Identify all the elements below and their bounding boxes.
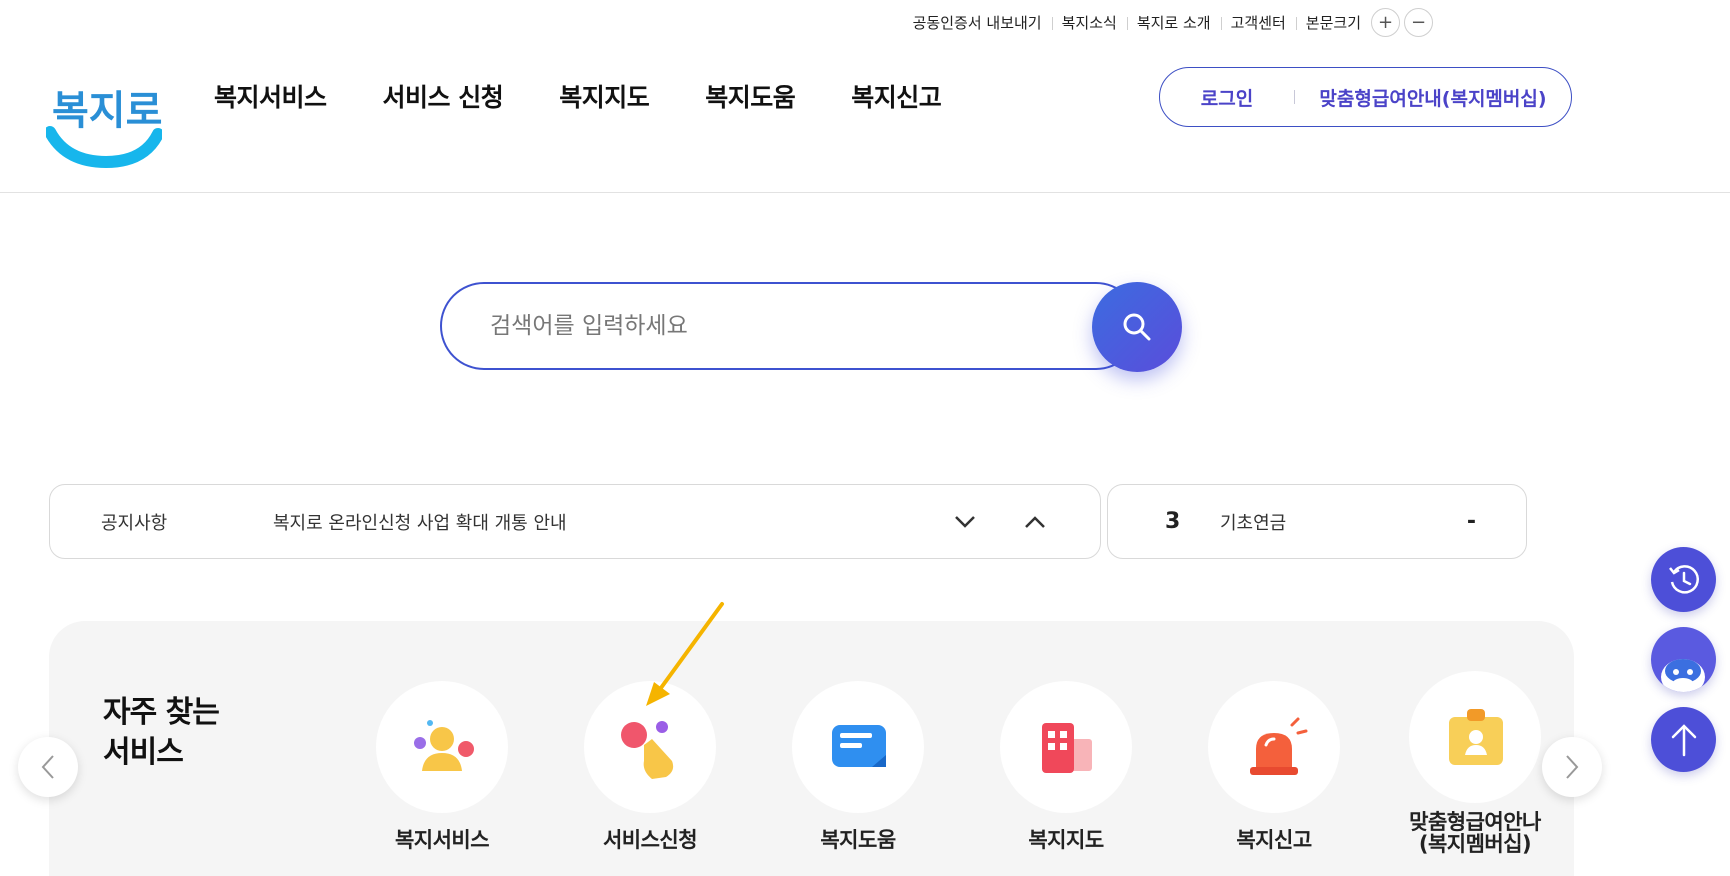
keyword-rank: 3 xyxy=(1165,509,1181,534)
service-report[interactable]: 복지신고 xyxy=(1194,681,1354,851)
title-line-1: 자주 찾는 xyxy=(103,695,220,730)
scroll-top-button[interactable] xyxy=(1651,707,1716,772)
login-button[interactable]: 로그인 xyxy=(1160,84,1294,111)
notice-text[interactable]: 복지로 온라인신청 사업 확대 개통 안내 xyxy=(273,509,930,535)
service-icon-circle xyxy=(1208,681,1340,813)
login-box: 로그인 맞춤형급여안내(복지멤버십) xyxy=(1159,67,1572,127)
frequent-services: 자주 찾는 서비스 복지서비스 서비스신청 복지도움 복지지도 복지신고 맞춤형… xyxy=(49,621,1574,876)
chevron-right-icon xyxy=(1566,755,1579,779)
service-welfare[interactable]: 복지서비스 xyxy=(362,681,522,851)
chevron-left-icon xyxy=(41,755,54,779)
service-label: 복지도움 xyxy=(820,828,896,852)
recent-history-button[interactable] xyxy=(1651,547,1716,612)
notice-prev-button[interactable] xyxy=(1000,502,1070,542)
rank-change: - xyxy=(1466,509,1476,534)
welfare-news-link[interactable]: 복지소식 xyxy=(1051,12,1127,33)
service-label: 복지서비스 xyxy=(394,828,490,852)
search-button[interactable] xyxy=(1092,282,1182,372)
utility-bar: 공동인증서 내보내기 복지소식 복지로 소개 고객센터 본문크기 + − xyxy=(903,7,1433,37)
font-size-label: 본문크기 xyxy=(1295,12,1367,33)
arrow-up-icon xyxy=(1671,723,1696,756)
about-link[interactable]: 복지로 소개 xyxy=(1126,12,1221,33)
title-line-2: 서비스 xyxy=(103,735,184,770)
service-icon-circle xyxy=(584,681,716,813)
service-label-line-2: (복지멤버십) xyxy=(1418,832,1532,856)
service-icon-circle xyxy=(376,681,508,813)
person-icon xyxy=(414,720,474,771)
nav-welfare-map[interactable]: 복지지도 xyxy=(559,78,650,114)
chevron-up-icon xyxy=(1025,515,1045,528)
history-icon xyxy=(1668,564,1699,594)
search-icon xyxy=(1123,313,1151,341)
chatbot-mascot-icon xyxy=(1661,659,1705,692)
service-apply[interactable]: 서비스신청 xyxy=(570,681,730,851)
service-help[interactable]: 복지도움 xyxy=(778,681,938,851)
carousel-prev-button[interactable] xyxy=(18,737,78,797)
nav-welfare-help[interactable]: 복지도움 xyxy=(705,78,796,114)
popular-keyword[interactable]: 기초연금 xyxy=(1220,509,1467,535)
popular-keyword-box: 3 기초연금 - xyxy=(1107,484,1527,559)
service-icon-circle xyxy=(792,681,924,813)
font-increase-button[interactable]: + xyxy=(1371,7,1400,37)
id-badge-icon xyxy=(1449,709,1503,765)
service-icon-circle xyxy=(1409,671,1541,803)
nav-welfare-report[interactable]: 복지신고 xyxy=(851,78,942,114)
search-bar xyxy=(440,282,1182,372)
building-icon xyxy=(1042,723,1092,773)
frequent-services-title: 자주 찾는 서비스 xyxy=(103,693,220,773)
nav-service-apply[interactable]: 서비스 신청 xyxy=(383,78,504,114)
logo-mark: 복지로 xyxy=(44,88,164,169)
logo-text: 복지로 xyxy=(52,88,162,134)
carousel-next-button[interactable] xyxy=(1542,737,1602,797)
cert-export-link[interactable]: 공동인증서 내보내기 xyxy=(903,12,1052,33)
siren-icon xyxy=(1250,717,1308,775)
chevron-down-icon xyxy=(955,515,975,528)
service-label: 복지신고 xyxy=(1236,828,1312,852)
notice-next-button[interactable] xyxy=(930,502,1000,542)
customer-center-link[interactable]: 고객센터 xyxy=(1220,12,1296,33)
nav-welfare-service[interactable]: 복지서비스 xyxy=(214,78,327,114)
hand-tap-icon xyxy=(621,721,674,779)
header-divider xyxy=(0,192,1730,193)
membership-button[interactable]: 맞춤형급여안내(복지멤버십) xyxy=(1295,84,1571,111)
service-label: 서비스신청 xyxy=(602,828,698,852)
search-input[interactable] xyxy=(440,282,1140,370)
service-label-line-1: 맞춤형급여안나 xyxy=(1409,810,1541,834)
notice-label: 공지사항 xyxy=(101,512,168,534)
main-nav: 복지서비스 서비스 신청 복지지도 복지도움 복지신고 xyxy=(214,78,942,114)
service-icon-circle xyxy=(1000,681,1132,813)
notice-bar: 공지사항 복지로 온라인신청 사업 확대 개통 안내 xyxy=(49,484,1101,559)
font-decrease-button[interactable]: − xyxy=(1404,7,1433,37)
service-label: 복지지도 xyxy=(1028,828,1104,852)
chatbot-button[interactable] xyxy=(1651,627,1716,692)
notice-controls xyxy=(930,502,1070,542)
service-label: 맞춤형급여안나 (복지멤버십) xyxy=(1395,811,1555,855)
service-map[interactable]: 복지지도 xyxy=(986,681,1146,851)
chat-card-icon xyxy=(832,725,886,767)
service-membership[interactable]: 맞춤형급여안나 (복지멤버십) xyxy=(1395,671,1555,855)
logo[interactable]: 복지로 xyxy=(44,62,164,170)
